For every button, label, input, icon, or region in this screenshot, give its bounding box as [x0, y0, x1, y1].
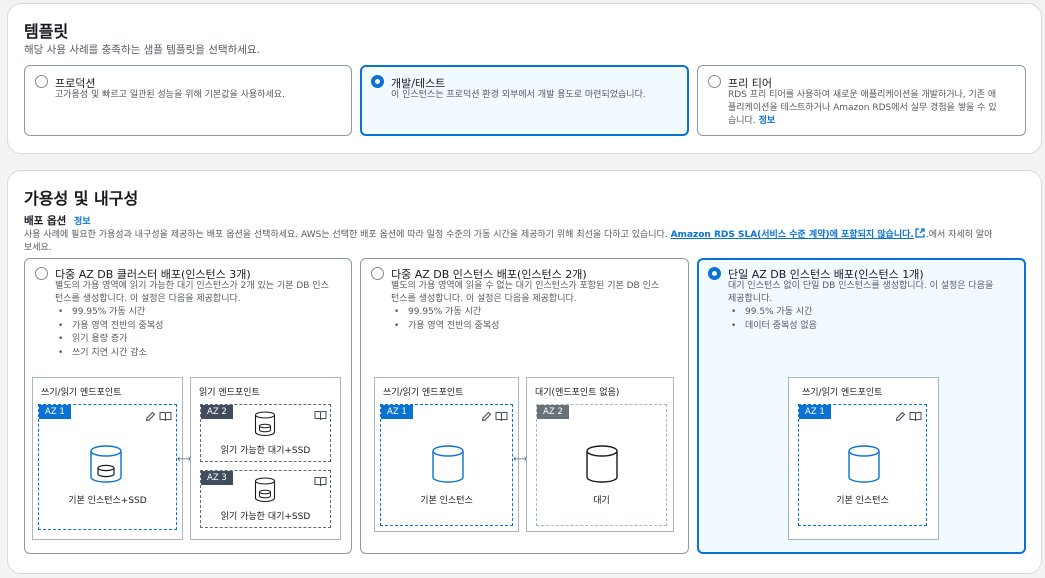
az-zone: AZ 2 대기: [536, 404, 667, 526]
book-icon[interactable]: [314, 472, 327, 487]
az-zone: AZ 1 기본 인스턴스+SSD: [38, 404, 177, 530]
template-option-dev-test[interactable]: 개발/테스트 이 인스턴스는 프로덕션 환경 외부에서 개발 용도로 마련되었습…: [360, 65, 689, 136]
deploy-options-label: 배포 옵션 정보: [24, 215, 91, 227]
az-tag: AZ 2: [201, 405, 233, 419]
az-tag: AZ 1: [799, 405, 831, 419]
list-item: 99.5% 가동 시간: [728, 306, 817, 320]
list-item: 99.95% 가동 시간: [55, 306, 163, 320]
option-desc: 별도의 가용 영역에 읽을 수 없는 대기 인스턴스가 포함된 기본 DB 인스…: [391, 281, 660, 304]
template-heading: 템플릿: [24, 22, 69, 41]
database-icon: [90, 445, 122, 483]
az-zone: AZ 1 기본 인스턴스: [380, 404, 513, 526]
pencil-icon[interactable]: [145, 407, 156, 426]
list-item: 가용 영역 전반의 중복성: [55, 320, 163, 334]
db-label: 읽기 가능한 대기+SSD: [220, 512, 311, 522]
az-zone: AZ 2 읽기 가능한 대기+SSD: [200, 404, 331, 462]
az-tag: AZ 2: [537, 405, 569, 419]
option-desc: 대기 인스턴스 없이 단일 DB 인스턴스를 생성합니다. 이 설정은 다음을 …: [728, 281, 994, 304]
book-icon[interactable]: [495, 407, 508, 426]
az-tag: AZ 1: [381, 405, 413, 419]
deploy-option-multi-az-instance[interactable]: 다중 AZ DB 인스턴스 배포(인스턴스 2개) 별도의 가용 영역에 읽을 …: [360, 258, 689, 554]
deploy-option-single-az[interactable]: 단일 AZ DB 인스턴스 배포(인스턴스 1개) 대기 인스턴스 없이 단일 …: [697, 258, 1026, 554]
write-read-endpoint-box: 쓰기/읽기 엔드포인트 AZ 1 기본 인스턴스: [788, 377, 939, 540]
radio-free-tier[interactable]: [708, 75, 721, 88]
template-panel: 템플릿 해당 사용 사례를 충족하는 샘플 템플릿을 선택하세요. 프로덕션 고…: [7, 3, 1042, 154]
option-desc: 별도의 가용 영역에 읽기 가능한 대기 인스턴스가 2개 있는 기본 DB 인…: [55, 281, 329, 304]
radio-single-az[interactable]: [708, 267, 721, 280]
radio-multi-az-instance[interactable]: [371, 267, 384, 280]
option-desc: RDS 프리 티어를 사용하여 새로운 애플리케이션을 개발하거나, 기존 애 …: [728, 90, 997, 126]
external-link-icon: [915, 228, 925, 238]
info-link[interactable]: 정보: [759, 116, 776, 126]
feature-list: 99.5% 가동 시간 데이터 중복성 없음: [728, 306, 817, 333]
db-label: 읽기 가능한 대기+SSD: [220, 446, 311, 456]
write-read-endpoint-box: 쓰기/읽기 엔드포인트 AZ 1 기본 인스턴스+SSD: [32, 377, 183, 540]
pencil-icon[interactable]: [895, 407, 906, 426]
db-label: 기본 인스턴스: [836, 496, 889, 506]
book-icon[interactable]: [909, 407, 922, 426]
write-read-endpoint-box: 쓰기/읽기 엔드포인트 AZ 1 기본 인스턴스: [374, 377, 519, 532]
az-tag: AZ 1: [39, 405, 71, 419]
deploy-option-multi-az-cluster[interactable]: 다중 AZ DB 클러스터 배포(인스턴스 3개) 별도의 가용 영역에 읽기 …: [24, 258, 352, 554]
db-label: 기본 인스턴스+SSD: [68, 496, 147, 506]
radio-production[interactable]: [35, 75, 48, 88]
deploy-options-description: 사용 사례에 필요한 가용성과 내구성을 제공하는 배포 옵션을 선택하세요. …: [24, 228, 993, 253]
database-icon: [848, 445, 880, 483]
template-option-free-tier[interactable]: 프리 티어 RDS 프리 티어를 사용하여 새로운 애플리케이션을 개발하거나,…: [697, 65, 1026, 136]
availability-heading: 가용성 및 내구성: [24, 189, 139, 208]
list-item: 99.95% 가동 시간: [391, 306, 499, 320]
database-icon: [432, 445, 464, 483]
template-option-production[interactable]: 프로덕션 고가용성 및 빠르고 일관된 성능을 위해 기본값을 사용하세요.: [24, 65, 352, 136]
database-icon: [586, 445, 618, 483]
book-icon[interactable]: [159, 407, 172, 426]
pencil-icon[interactable]: [481, 407, 492, 426]
option-desc: 고가용성 및 빠르고 일관된 성능을 위해 기본값을 사용하세요.: [55, 90, 285, 100]
az-zone: AZ 3 읽기 가능한 대기+SSD: [200, 470, 331, 528]
az-tag: AZ 3: [201, 471, 233, 485]
list-item: 가용 영역 전반의 중복성: [391, 320, 499, 334]
database-icon: [254, 477, 276, 503]
db-label: 기본 인스턴스: [420, 496, 473, 506]
availability-panel: 가용성 및 내구성 배포 옵션 정보 사용 사례에 필요한 가용성과 내구성을 …: [7, 170, 1042, 574]
book-icon[interactable]: [314, 406, 327, 421]
template-description: 해당 사용 사례를 충족하는 샘플 템플릿을 선택하세요.: [24, 44, 260, 56]
radio-dev-test[interactable]: [371, 75, 384, 88]
database-icon: [254, 411, 276, 437]
info-link[interactable]: 정보: [74, 217, 91, 227]
read-endpoint-box: 읽기 엔드포인트 AZ 2 읽기 가능한 대기+SSD AZ 3 읽기 가능한 …: [190, 377, 341, 540]
feature-list: 99.95% 가동 시간 가용 영역 전반의 중복성 읽기 용량 증가 쓰기 지…: [55, 306, 163, 360]
db-label: 대기: [593, 496, 610, 506]
feature-list: 99.95% 가동 시간 가용 영역 전반의 중복성: [391, 306, 499, 333]
standby-box: 대기(엔드포인트 없음) AZ 2 대기: [526, 377, 674, 532]
radio-multi-az-cluster[interactable]: [35, 267, 48, 280]
list-item: 쓰기 지연 시간 감소: [55, 347, 163, 361]
az-zone: AZ 1 기본 인스턴스: [798, 404, 927, 526]
list-item: 읽기 용량 증가: [55, 333, 163, 347]
sla-link[interactable]: Amazon RDS SLA(서비스 수준 계약)에 포함되지 않습니다.: [671, 230, 914, 240]
option-desc: 이 인스턴스는 프로덕션 환경 외부에서 개발 용도로 마련되었습니다.: [391, 90, 646, 100]
list-item: 데이터 중복성 없음: [728, 320, 817, 334]
